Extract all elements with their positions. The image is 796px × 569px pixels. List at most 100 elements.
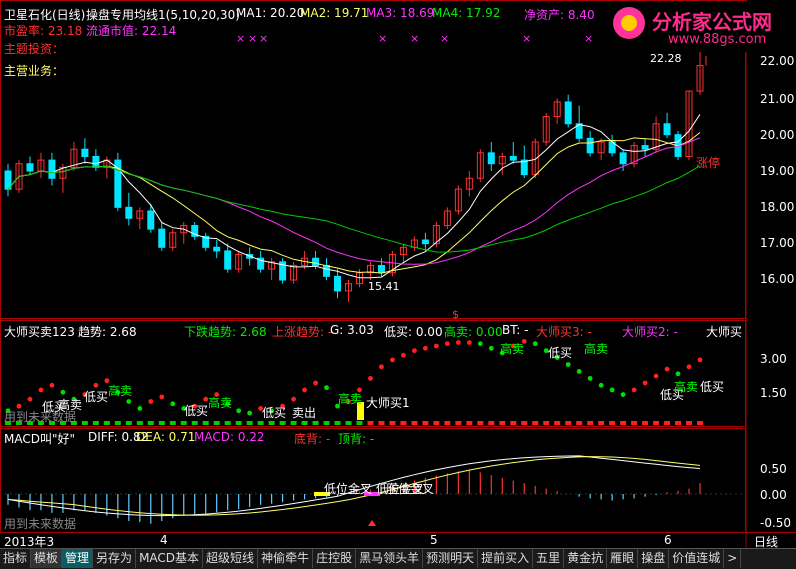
flower-logo-icon <box>613 7 645 39</box>
strip-block <box>554 421 561 425</box>
strip-block <box>521 421 528 425</box>
candle-body <box>147 210 155 230</box>
trend-dot <box>379 364 384 370</box>
ind1-down: 下跌趋势: 2.68 <box>184 325 267 339</box>
strip-block <box>103 421 110 425</box>
stock-chart[interactable]: $ <box>0 0 796 548</box>
up-arrow-icon <box>368 520 376 526</box>
signal-label: 高卖 <box>674 380 699 394</box>
strip-block <box>543 421 550 425</box>
trend-dot <box>401 352 406 358</box>
strip-block <box>334 421 341 425</box>
high-price-label: 22.28 <box>650 52 682 65</box>
tab-forecast[interactable]: 预测明天 <box>423 549 479 568</box>
strip-block <box>246 421 253 425</box>
strip-block <box>686 421 693 425</box>
strip-block <box>389 421 396 425</box>
tab-wuli[interactable]: 五里 <box>533 549 565 568</box>
candle-body <box>586 137 594 154</box>
signal-label: 卖出 <box>292 406 317 420</box>
signal-label: 高卖 <box>58 398 83 412</box>
tab-macd-basic[interactable]: MACD基本 <box>136 549 204 568</box>
candle-body <box>158 228 166 248</box>
macd-axis: 0.50 0.00 -0.50 <box>746 428 796 532</box>
strip-block <box>488 421 495 425</box>
ind1-bt: BT: - <box>502 323 529 337</box>
signal-label: 高卖 <box>500 342 525 356</box>
ind1-buy2: 大师买2: - <box>622 325 678 339</box>
tab-gold[interactable]: 黄金抗 <box>564 549 608 568</box>
strip-block <box>224 421 231 425</box>
strip-block <box>279 421 286 425</box>
tab-caopan[interactable]: 操盘 <box>638 549 670 568</box>
strip-block <box>81 421 88 425</box>
trend-dot <box>390 357 395 363</box>
candle-body <box>421 239 429 245</box>
tab-early-buy[interactable]: 提前买入 <box>478 549 534 568</box>
tab-save-as[interactable]: 另存为 <box>93 549 137 568</box>
macd-tick: 0.50 <box>760 462 787 476</box>
strip-block <box>202 421 209 425</box>
x-mark: × <box>378 32 388 45</box>
tab-value[interactable]: 价值连城 <box>669 549 725 568</box>
strip-block <box>620 421 627 425</box>
ind1-buy3: 大师买3: - <box>536 325 592 339</box>
tab-manage[interactable]: 管理 <box>62 549 94 568</box>
candle-body <box>663 123 671 136</box>
trend-dot <box>455 340 461 345</box>
candle-body <box>487 152 495 165</box>
candle-body <box>125 206 133 219</box>
strip-block <box>367 421 374 425</box>
main-business-label: 主营业务： <box>4 64 65 78</box>
strip-block <box>378 421 385 425</box>
strip-block <box>631 421 638 425</box>
trend-dot <box>477 341 483 347</box>
strip-block <box>125 421 132 425</box>
price-axis: 22.00 21.00 20.00 19.00 18.00 17.00 16.0… <box>746 0 796 320</box>
strip-block <box>444 421 451 425</box>
tab-heima[interactable]: 黑马领头羊 <box>356 549 424 568</box>
golden-cross-label: 压位金叉 <box>386 482 435 496</box>
strip-block <box>433 421 440 425</box>
strip-block <box>213 421 220 425</box>
macd-tick: 0.00 <box>760 488 787 502</box>
trend-dot <box>148 399 154 404</box>
strip-block <box>400 421 407 425</box>
trend-dot <box>49 382 55 388</box>
trend-dot <box>444 341 450 347</box>
strip-block <box>466 421 473 425</box>
signal-label: 低买 <box>262 406 287 420</box>
tab-shentou[interactable]: 神偷牵牛 <box>258 549 314 568</box>
strip-block <box>565 421 572 425</box>
candle-body <box>334 275 342 292</box>
tab-zhuangkong[interactable]: 庄控股 <box>313 549 357 568</box>
ind1-high-sell: 高卖: 0.00 <box>444 325 503 339</box>
x-mark: × <box>584 32 594 45</box>
candle-body <box>312 257 320 266</box>
price-tick: 16.00 <box>760 272 795 286</box>
main-invest-label: 主题投资： <box>4 42 65 56</box>
trend-dot <box>38 387 44 393</box>
tab-super-short[interactable]: 超级短线 <box>203 549 259 568</box>
trend-dot <box>532 341 538 347</box>
tab-yanyan[interactable]: 雁眼 <box>607 549 639 568</box>
trend-dot <box>368 375 373 381</box>
trend-dot <box>664 366 670 372</box>
candle-body <box>377 264 385 274</box>
trend-dot <box>159 394 165 400</box>
macd-watermark: 用到未来数据 <box>4 517 77 531</box>
trend-dot <box>598 382 604 388</box>
tab-scroll-right[interactable]: > <box>724 549 742 568</box>
candle-body <box>509 155 517 161</box>
ind1-tick: 1.50 <box>760 386 787 400</box>
strip-block <box>257 421 264 425</box>
strip-block <box>290 421 297 425</box>
strip-block <box>609 421 616 425</box>
candle-body <box>81 148 89 157</box>
candle-body <box>520 159 528 176</box>
trend-dot <box>60 389 66 395</box>
tab-indicator[interactable]: 指标 <box>0 549 32 568</box>
strip-block <box>576 421 583 425</box>
tab-template[interactable]: 模板 <box>31 549 63 568</box>
trend-dot <box>324 385 329 391</box>
